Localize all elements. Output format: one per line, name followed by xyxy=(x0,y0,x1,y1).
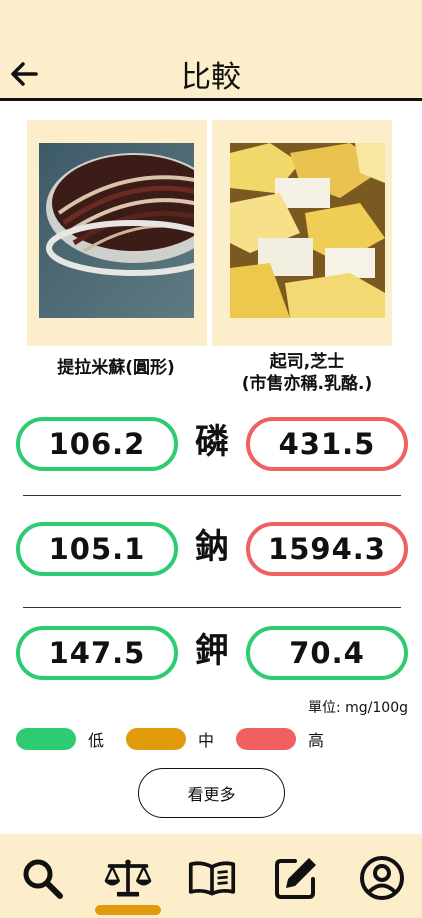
left-value-pill[interactable]: 105.1 xyxy=(16,522,178,576)
legend-label-medium: 中 xyxy=(198,731,215,750)
food-card-left xyxy=(27,120,207,346)
food-name-left: 提拉米蘇(圓形) xyxy=(57,358,175,378)
edit-icon xyxy=(275,858,316,899)
nav-profile[interactable] xyxy=(358,854,406,902)
left-value-pill[interactable]: 106.2 xyxy=(16,417,178,471)
user-icon xyxy=(360,856,404,900)
right-value-pill[interactable]: 70.4 xyxy=(246,626,408,680)
nav-search[interactable] xyxy=(18,854,66,902)
food-name-right: 起司,芝士 (市售亦稱.乳酪.) xyxy=(212,351,402,395)
legend-swatch-medium xyxy=(126,728,186,750)
legend-swatch-high xyxy=(236,728,296,750)
active-nav-indicator xyxy=(95,905,161,915)
unit-label: 單位: mg/100g xyxy=(307,700,408,716)
page-title: 比較 xyxy=(181,60,241,95)
scale-icon xyxy=(104,859,152,897)
comparison-row-phosphorus: 106.2 磷 431.5 xyxy=(0,417,422,477)
legend-label-low: 低 xyxy=(88,731,105,750)
legend-label-high: 高 xyxy=(308,731,325,750)
search-icon xyxy=(23,859,63,899)
food-name-right-line1: 起司,芝士 xyxy=(269,352,345,372)
nutrient-label: 鉀 xyxy=(195,631,229,671)
food-card-right xyxy=(212,120,392,346)
legend-high: 高 xyxy=(236,728,324,750)
see-more-button[interactable]: 看更多 xyxy=(138,768,285,818)
right-value-pill[interactable]: 1594.3 xyxy=(246,522,408,576)
app-header: 比較 xyxy=(0,0,422,101)
divider xyxy=(23,607,401,608)
nav-compare[interactable] xyxy=(104,854,152,902)
divider xyxy=(23,495,401,496)
nutrient-label: 鈉 xyxy=(195,527,229,567)
bottom-nav xyxy=(0,834,422,918)
comparison-row-sodium: 105.1 鈉 1594.3 xyxy=(0,522,422,582)
legend-low: 低 xyxy=(16,728,104,750)
right-value-pill[interactable]: 431.5 xyxy=(246,417,408,471)
left-value-pill[interactable]: 147.5 xyxy=(16,626,178,680)
legend-medium: 中 xyxy=(126,728,214,750)
tiramisu-image xyxy=(39,143,194,318)
legend-swatch-low xyxy=(16,728,76,750)
cheese-image xyxy=(230,143,385,318)
nav-edit[interactable] xyxy=(272,854,320,902)
food-name-right-line2: (市售亦稱.乳酪.) xyxy=(241,374,373,394)
nav-book[interactable] xyxy=(188,854,236,902)
book-icon xyxy=(188,861,236,896)
nutrient-label: 磷 xyxy=(195,422,229,462)
comparison-row-potassium: 147.5 鉀 70.4 xyxy=(0,626,422,686)
